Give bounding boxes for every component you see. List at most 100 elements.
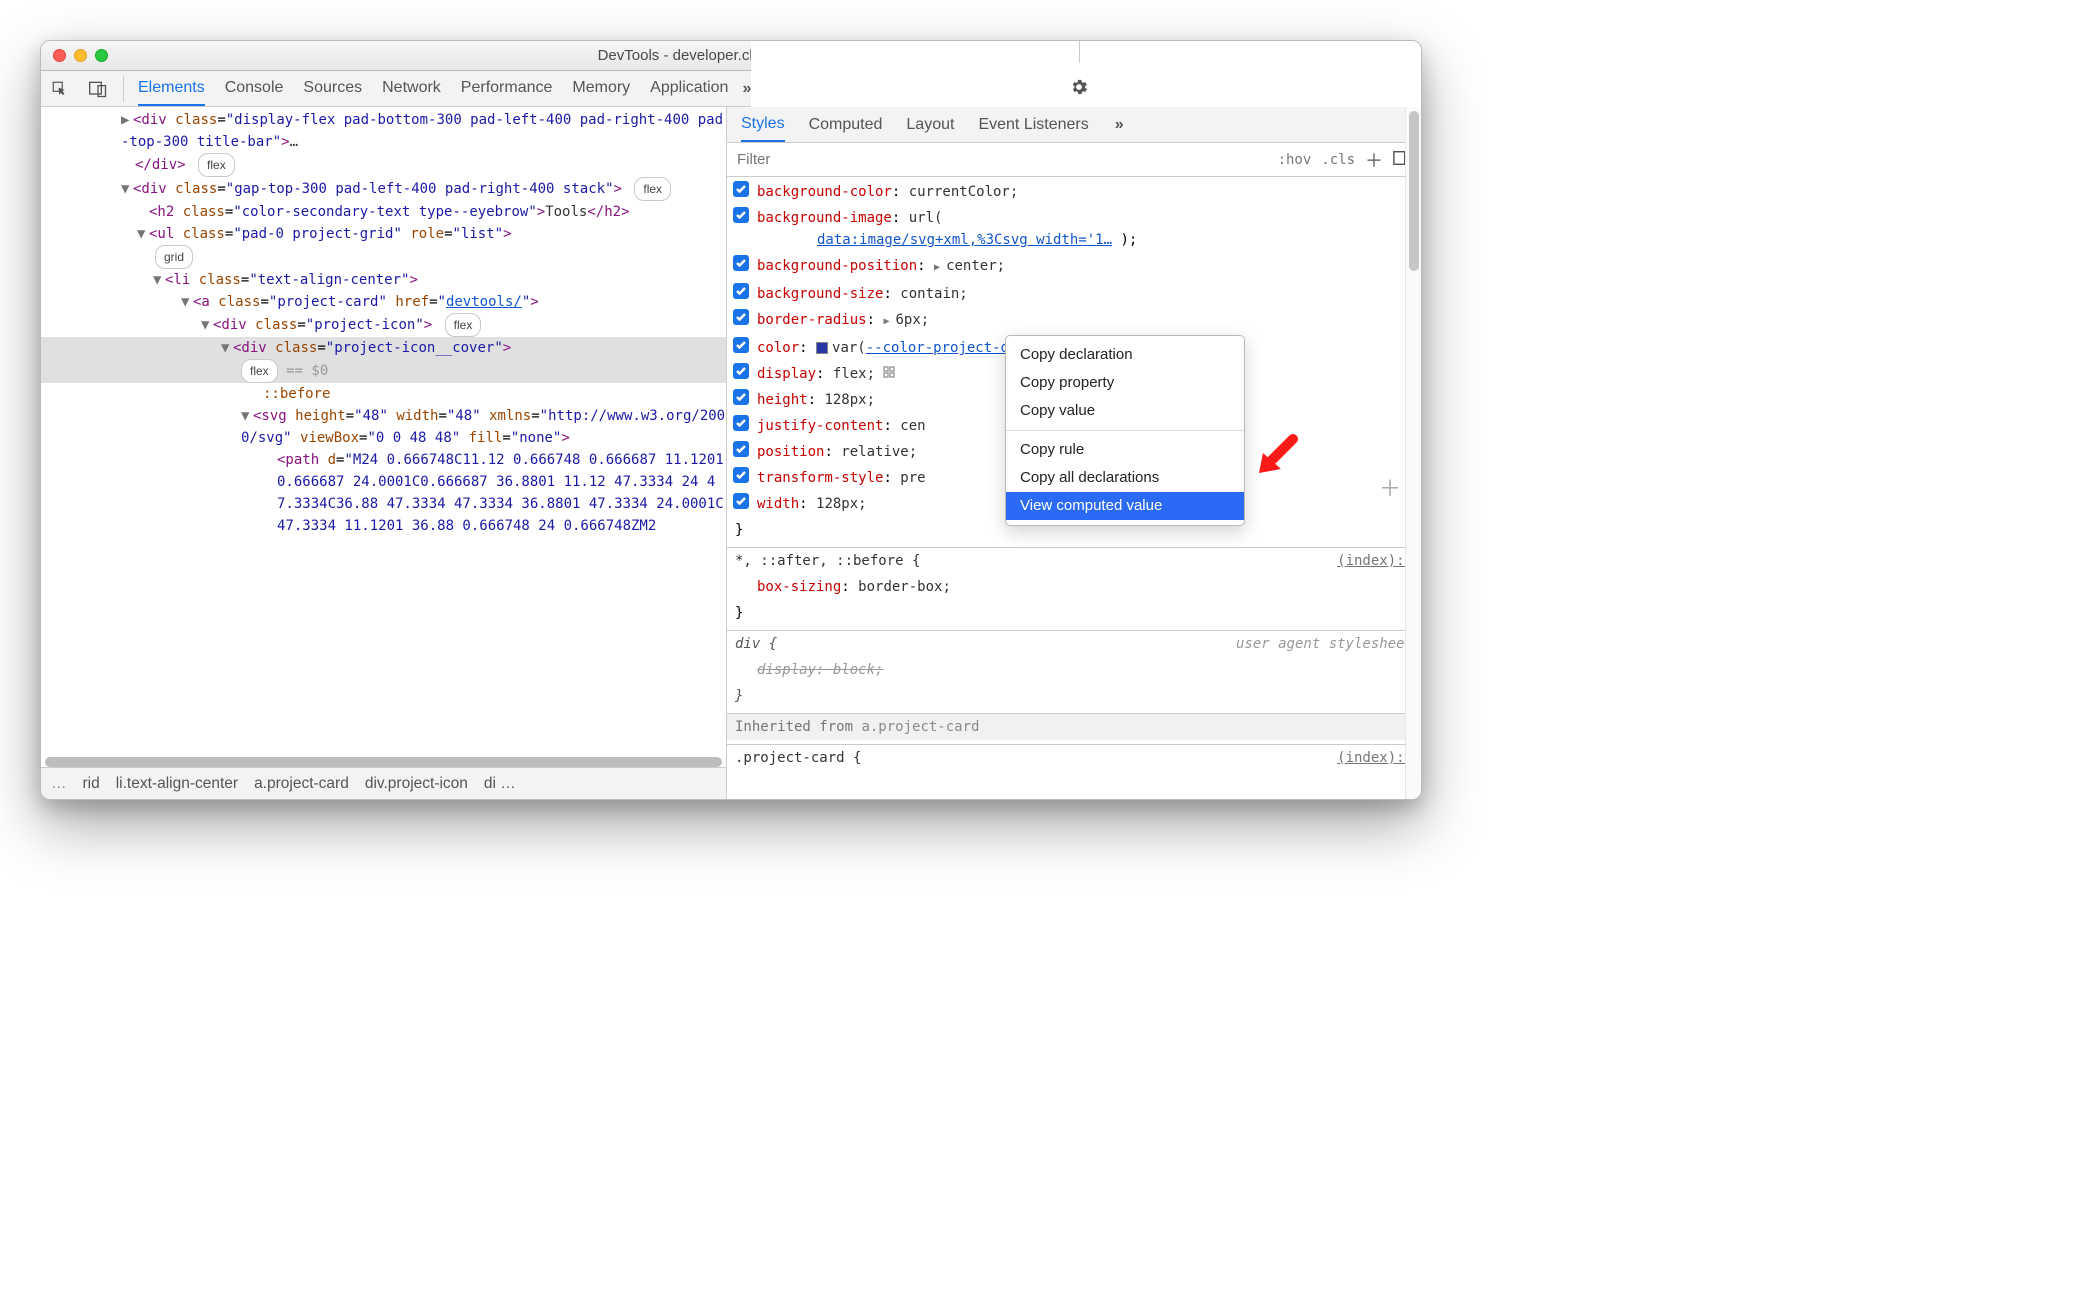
styles-list[interactable]: background-color: currentColor;backgroun… [727,177,1421,799]
toolbar-divider [1079,40,1080,63]
css-value: 128px; [824,392,875,408]
device-toggle-icon[interactable] [79,80,117,98]
css-property: background-size [757,286,883,302]
data-url-link[interactable]: data:image/svg+xml,%3Csvg width='1… [817,232,1112,248]
checkbox-icon[interactable] [733,389,749,405]
tree-row[interactable]: ▼<ul class="pad-0 project-grid" role="li… [41,223,726,245]
checkbox-icon[interactable] [733,207,749,223]
crumb[interactable]: rid [83,775,100,793]
css-property: display [757,366,816,382]
tree-row[interactable]: </div> flex [41,153,726,177]
tab-performance[interactable]: Performance [461,72,553,106]
ctx-copy-declaration[interactable]: Copy declaration [1006,341,1244,369]
grid-badge[interactable]: grid [155,245,193,269]
elements-pane: ▶<div class="display-flex pad-bottom-300… [41,107,727,799]
css-declaration[interactable]: background-image: url(data:image/svg+xml… [727,205,1421,253]
horizontal-scrollbar[interactable] [45,757,722,767]
sidebar-tabs: Styles Computed Layout Event Listeners » [727,107,1421,143]
css-property: background-color [757,184,892,200]
tree-row[interactable]: ▼<svg height="48" width="48" xmlns="http… [41,405,726,449]
css-declaration[interactable]: border-radius: ▶ 6px; [727,307,1421,335]
ctx-copy-rule[interactable]: Copy rule [1006,436,1244,464]
checkbox-icon[interactable] [733,255,749,271]
css-property: justify-content [757,418,883,434]
tree-row[interactable]: grid [41,245,726,269]
tree-row[interactable]: <h2 class="color-secondary-text type--ey… [41,201,726,223]
subtabs-overflow-icon[interactable]: » [1115,116,1124,134]
tree-row[interactable]: ▼<a class="project-card" href="devtools/… [41,291,726,313]
crumb[interactable]: li.text-align-center [116,775,238,793]
subtab-styles[interactable]: Styles [741,108,785,142]
expand-icon[interactable]: ▶ [934,262,946,273]
gear-icon[interactable] [1069,77,1089,102]
css-property: background-position [757,258,917,274]
checkbox-icon[interactable] [733,337,749,353]
crumb[interactable]: div.project-icon [365,775,468,793]
crumb[interactable]: di … [484,775,516,793]
checkbox-icon[interactable] [733,441,749,457]
tab-network[interactable]: Network [382,72,441,106]
css-property: width [757,496,799,512]
tree-row[interactable]: ▶<div class="display-flex pad-bottom-300… [41,109,726,153]
subtab-event-listeners[interactable]: Event Listeners [978,116,1088,134]
crumb-truncate[interactable]: … [51,775,67,793]
tree-row[interactable]: ▼<div class="project-icon"> flex [41,313,726,337]
css-rule[interactable]: *, ::after, ::before { (index):1 [727,548,1421,574]
add-declaration-icon[interactable]: ＋ [1379,479,1401,501]
tree-row[interactable]: <path d="M24 0.666748C11.12 0.666748 0.6… [41,449,726,537]
flex-badge[interactable]: flex [445,313,482,337]
css-declaration[interactable]: background-color: currentColor; [727,179,1421,205]
ctx-view-computed[interactable]: View computed value [1006,492,1244,520]
tree-row[interactable]: ::before [41,383,726,405]
vertical-scrollbar[interactable] [1405,107,1421,799]
new-rule-icon[interactable]: ＋ [1365,147,1383,173]
ctx-copy-value[interactable]: Copy value [1006,397,1244,425]
checkbox-icon[interactable] [733,493,749,509]
styles-filter-input[interactable] [737,151,1268,168]
flex-badge[interactable]: flex [634,177,671,201]
tree-row-selected[interactable]: ⋯ ▼<div class="project-icon__cover"> fle… [41,337,726,383]
tree-row[interactable]: ▼<div class="gap-top-300 pad-left-400 pa… [41,177,726,201]
flex-badge[interactable]: flex [241,359,278,383]
tab-sources[interactable]: Sources [303,72,362,106]
tab-console[interactable]: Console [225,72,284,106]
css-rule[interactable]: .project-card { (index):1 [727,745,1421,771]
checkbox-icon[interactable] [733,181,749,197]
tree-row[interactable]: ▼<li class="text-align-center"> [41,269,726,291]
css-rule[interactable]: div { user agent stylesheet [727,631,1421,657]
rule-close: } [727,600,1421,626]
checkbox-icon[interactable] [733,309,749,325]
tab-application[interactable]: Application [650,72,728,106]
inspect-icon[interactable] [41,80,79,98]
tab-memory[interactable]: Memory [572,72,630,106]
flex-editor-icon[interactable] [883,363,899,385]
dom-tree[interactable]: ▶<div class="display-flex pad-bottom-300… [41,107,726,767]
expand-icon[interactable]: ▶ [883,316,895,327]
subtab-computed[interactable]: Computed [809,116,883,134]
checkbox-icon[interactable] [733,415,749,431]
css-value: currentColor; [909,184,1019,200]
tab-elements[interactable]: Elements [138,72,205,106]
tabs-overflow-icon[interactable]: » [742,80,751,98]
hov-toggle[interactable]: :hov [1278,152,1312,168]
css-value: 128px; [816,496,867,512]
css-declaration[interactable]: box-sizing: border-box; [727,574,1421,600]
css-property: height [757,392,808,408]
subtab-layout[interactable]: Layout [906,116,954,134]
css-declaration[interactable]: background-size: contain; [727,281,1421,307]
ctx-copy-property[interactable]: Copy property [1006,369,1244,397]
flex-badge[interactable]: flex [198,153,235,177]
css-declaration[interactable]: background-position: ▶ center; [727,253,1421,281]
color-swatch-icon[interactable] [816,342,828,354]
inherited-from: Inherited from a.project-card [727,714,1421,740]
crumb[interactable]: a.project-card [254,775,349,793]
checkbox-icon[interactable] [733,283,749,299]
css-value: contain; [900,286,967,302]
cls-toggle[interactable]: .cls [1321,152,1355,168]
ctx-copy-all[interactable]: Copy all declarations [1006,464,1244,492]
source-link[interactable]: (index):1 [1337,550,1413,572]
checkbox-icon[interactable] [733,467,749,483]
css-declaration[interactable]: display: block; [727,657,1421,683]
source-link[interactable]: (index):1 [1337,747,1413,769]
checkbox-icon[interactable] [733,363,749,379]
